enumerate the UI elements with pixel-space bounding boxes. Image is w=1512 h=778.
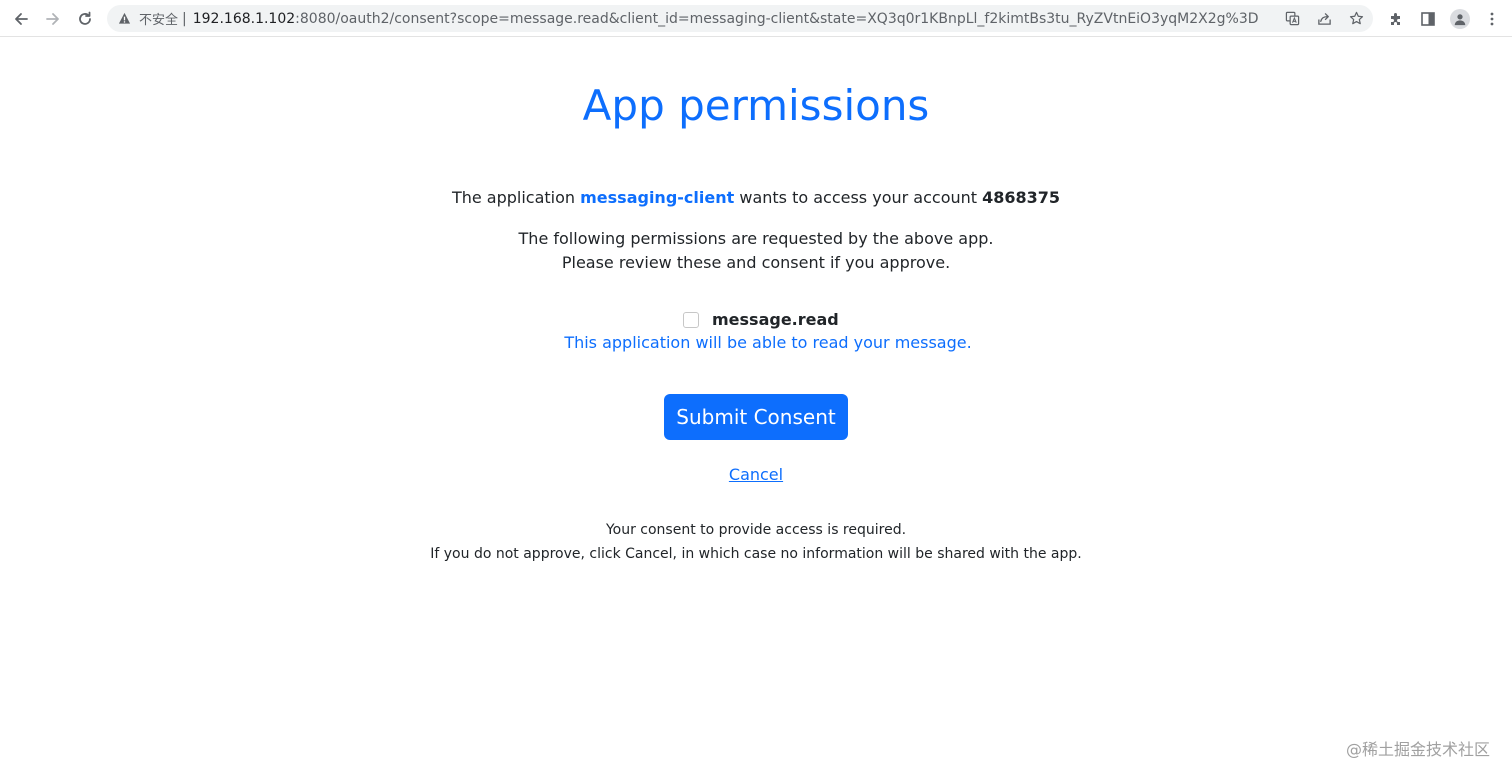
person-icon	[1454, 14, 1466, 26]
scope-checkbox[interactable]	[683, 311, 699, 328]
share-button[interactable]	[1313, 8, 1335, 30]
arrow-right-icon	[46, 13, 59, 25]
access-middle: wants to access your account	[734, 188, 983, 207]
side-panel-icon	[1421, 12, 1435, 26]
page-title: App permissions	[582, 81, 930, 130]
url-separator: |	[182, 10, 187, 27]
url-text[interactable]: 192.168.1.102:8080/oauth2/consent?scope=…	[193, 11, 1259, 27]
footer-line-1: Your consent to provide access is requir…	[605, 522, 907, 538]
translate-icon	[1285, 11, 1299, 26]
side-panel-button[interactable]	[1416, 7, 1440, 31]
reload-icon	[79, 11, 91, 25]
scope-name[interactable]: message.read	[712, 310, 839, 329]
cancel-container: Cancel	[0, 465, 1512, 484]
browser-menu-button[interactable]	[1480, 7, 1504, 31]
bookmark-button[interactable]	[1345, 8, 1367, 30]
address-bar[interactable]: 不安全 | 192.168.1.102:8080/oauth2/consent?…	[107, 5, 1373, 32]
scope-description: This application will be able to read yo…	[564, 333, 972, 352]
scope-option-message-read[interactable]: message.read	[683, 310, 839, 329]
forward-button[interactable]	[40, 6, 66, 32]
account-id: 4868375	[982, 188, 1061, 207]
star-icon	[1349, 11, 1363, 25]
consent-page: App permissions The application messagin…	[0, 37, 1512, 778]
permissions-intro-line-1: The following permissions are requested …	[518, 229, 994, 248]
permissions-intro-line-2: Please review these and consent if you a…	[561, 253, 951, 272]
submit-consent-button[interactable]: Submit Consent	[664, 394, 848, 440]
consent-footer-note: Your consent to provide access is requir…	[0, 518, 1512, 566]
insecure-label[interactable]: 不安全	[139, 9, 178, 28]
address-bar-actions	[1281, 5, 1367, 32]
watermark: @稀土掘金技术社区	[1345, 740, 1490, 759]
puzzle-icon	[1391, 13, 1400, 25]
browser-tools	[1384, 6, 1504, 32]
translate-button[interactable]	[1281, 8, 1303, 30]
profile-button[interactable]	[1448, 7, 1472, 31]
extensions-button[interactable]	[1384, 7, 1408, 31]
warning-icon[interactable]	[117, 12, 131, 26]
avatar	[1450, 9, 1470, 29]
share-icon	[1317, 13, 1331, 25]
access-prefix: The application	[451, 188, 581, 207]
url-path: :8080/oauth2/consent?scope=message.read&…	[295, 10, 1259, 27]
footer-line-2: If you do not approve, click Cancel, in …	[430, 546, 1082, 562]
more-vertical-icon	[1490, 12, 1494, 26]
back-button[interactable]	[8, 6, 34, 32]
cancel-link[interactable]: Cancel	[729, 465, 783, 484]
arrow-left-icon	[15, 13, 28, 25]
url-host: 192.168.1.102	[192, 10, 296, 27]
access-request-text: The application messaging-client wants t…	[0, 188, 1512, 207]
permissions-intro: The following permissions are requested …	[0, 227, 1512, 275]
browser-toolbar: 不安全 | 192.168.1.102:8080/oauth2/consent?…	[0, 0, 1512, 37]
reload-button[interactable]	[72, 6, 98, 32]
client-id: messaging-client	[580, 188, 735, 207]
